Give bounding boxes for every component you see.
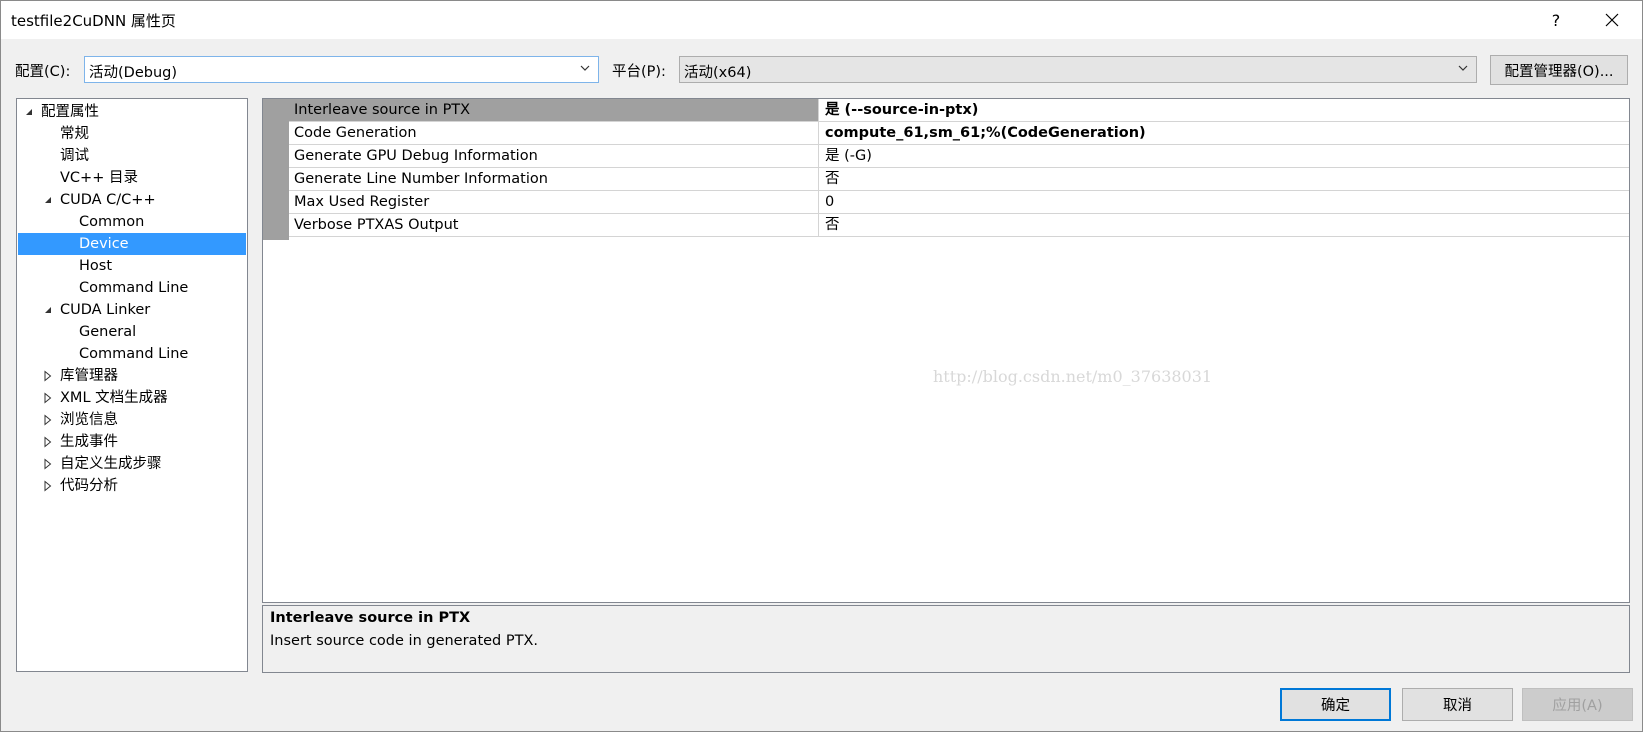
collapsed-triangle-icon: [44, 414, 52, 426]
chevron-down-icon: [580, 65, 590, 71]
tree-item-host[interactable]: Host: [79, 255, 112, 277]
tree-item-label: Command Line: [79, 280, 189, 296]
config-select-value: 活动(Debug): [89, 65, 177, 81]
tree-item-general[interactable]: 常规: [60, 123, 89, 145]
category-tree[interactable]: 配置属性 常规 调试 VC++ 目录 CUDA C/C++ Common Dev…: [16, 98, 248, 672]
property-row-verbose-ptxas[interactable]: Verbose PTXAS Output 否: [289, 214, 1629, 237]
property-pages-dialog: testfile2CuDNN 属性页 ? 配置(C): 活动(Debug) 平台…: [0, 0, 1643, 732]
close-button[interactable]: [1589, 1, 1635, 39]
watermark: http://blog.csdn.net/m0_37638031: [933, 367, 1213, 386]
property-name: Interleave source in PTX: [289, 99, 819, 121]
tree-item-librarian[interactable]: 库管理器: [44, 365, 118, 387]
property-name: Generate GPU Debug Information: [289, 145, 819, 167]
description-panel: Interleave source in PTX Insert source c…: [262, 605, 1630, 673]
expanded-triangle-icon: [45, 307, 51, 313]
tree-item-custom-build-step[interactable]: 自定义生成步骤: [44, 453, 162, 475]
tree-item-label: Command Line: [79, 346, 189, 362]
tree-item-linker-command-line[interactable]: Command Line: [79, 343, 188, 365]
property-row-gpu-debug-info[interactable]: Generate GPU Debug Information 是 (-G): [289, 145, 1629, 168]
tree-item-label: Host: [79, 258, 113, 274]
property-grid: Interleave source in PTX 是 (--source-in-…: [262, 98, 1630, 603]
expanded-triangle-icon: [45, 197, 51, 203]
tree-item-label: CUDA C/C++: [60, 192, 156, 208]
tree-item-label: 自定义生成步骤: [60, 456, 162, 472]
property-name: Verbose PTXAS Output: [289, 214, 819, 236]
tree-item-label: VC++ 目录: [60, 170, 138, 186]
property-row-code-generation[interactable]: Code Generation compute_61,sm_61;%(CodeG…: [289, 122, 1629, 145]
tree-item-label: 库管理器: [60, 368, 118, 384]
property-row-max-used-register[interactable]: Max Used Register 0: [289, 191, 1629, 214]
platform-select-value: 活动(x64): [684, 65, 752, 81]
tree-item-browse-info[interactable]: 浏览信息: [44, 409, 118, 431]
tree-item-common[interactable]: Common: [79, 211, 144, 233]
tree-item-label: 调试: [60, 148, 89, 164]
tree-item-cuda-cpp[interactable]: CUDA C/C++: [45, 189, 156, 211]
platform-select[interactable]: 活动(x64): [679, 56, 1477, 83]
tree-item-linker-general[interactable]: General: [79, 321, 136, 343]
tree-item-cuda-linker[interactable]: CUDA Linker: [45, 299, 151, 321]
config-manager-button[interactable]: 配置管理器(O)...: [1490, 55, 1628, 85]
tree-item-label: XML 文档生成器: [60, 390, 168, 406]
tree-item-label: 配置属性: [41, 104, 99, 120]
collapsed-triangle-icon: [44, 392, 52, 404]
chevron-down-icon: [1458, 65, 1468, 71]
tree-item-vc-directories[interactable]: VC++ 目录: [60, 167, 138, 189]
close-icon: [1605, 13, 1619, 27]
tree-item-label: 生成事件: [60, 434, 118, 450]
tree-item-label: Device: [79, 236, 129, 252]
property-value[interactable]: 否: [820, 168, 1629, 190]
tree-item-label: 代码分析: [60, 478, 118, 494]
description-text: Insert source code in generated PTX.: [270, 633, 539, 649]
ok-button[interactable]: 确定: [1280, 688, 1391, 721]
grid-gutter: [263, 99, 289, 240]
description-title: Interleave source in PTX: [270, 610, 471, 626]
property-name: Generate Line Number Information: [289, 168, 819, 190]
tree-item-label: 常规: [60, 126, 89, 142]
tree-item-label: Common: [79, 214, 145, 230]
platform-label: 平台(P):: [612, 64, 666, 80]
collapsed-triangle-icon: [44, 370, 52, 382]
property-value[interactable]: 是 (-G): [820, 145, 1629, 167]
tree-item-build-events[interactable]: 生成事件: [44, 431, 118, 453]
tree-item-xml-doc-generator[interactable]: XML 文档生成器: [44, 387, 168, 409]
property-value[interactable]: 否: [820, 214, 1629, 236]
property-value[interactable]: 0: [820, 191, 1629, 213]
property-name: Code Generation: [289, 122, 819, 144]
config-select[interactable]: 活动(Debug): [84, 56, 599, 83]
tree-item-code-analysis[interactable]: 代码分析: [44, 475, 118, 497]
property-name: Max Used Register: [289, 191, 819, 213]
tree-item-label: CUDA Linker: [60, 302, 151, 318]
window-title: testfile2CuDNN 属性页: [11, 12, 176, 30]
title-bar: testfile2CuDNN 属性页 ?: [1, 1, 1642, 39]
apply-button[interactable]: 应用(A): [1522, 688, 1633, 721]
tree-item-debugging[interactable]: 调试: [60, 145, 89, 167]
tree-item-label: 浏览信息: [60, 412, 118, 428]
property-value[interactable]: compute_61,sm_61;%(CodeGeneration): [820, 122, 1629, 144]
help-button[interactable]: ?: [1533, 1, 1579, 39]
tree-item-config-properties[interactable]: 配置属性: [26, 101, 99, 123]
collapsed-triangle-icon: [44, 480, 52, 492]
tree-item-label: General: [79, 324, 137, 340]
tree-item-device[interactable]: Device: [18, 233, 246, 255]
property-value[interactable]: 是 (--source-in-ptx): [820, 99, 1629, 121]
expanded-triangle-icon: [26, 109, 32, 115]
property-row-line-number-info[interactable]: Generate Line Number Information 否: [289, 168, 1629, 191]
property-row-interleave-source[interactable]: Interleave source in PTX 是 (--source-in-…: [289, 99, 1629, 122]
collapsed-triangle-icon: [44, 458, 52, 470]
cancel-button[interactable]: 取消: [1402, 688, 1513, 721]
collapsed-triangle-icon: [44, 436, 52, 448]
tree-item-cuda-command-line[interactable]: Command Line: [79, 277, 188, 299]
config-label: 配置(C):: [15, 64, 71, 80]
